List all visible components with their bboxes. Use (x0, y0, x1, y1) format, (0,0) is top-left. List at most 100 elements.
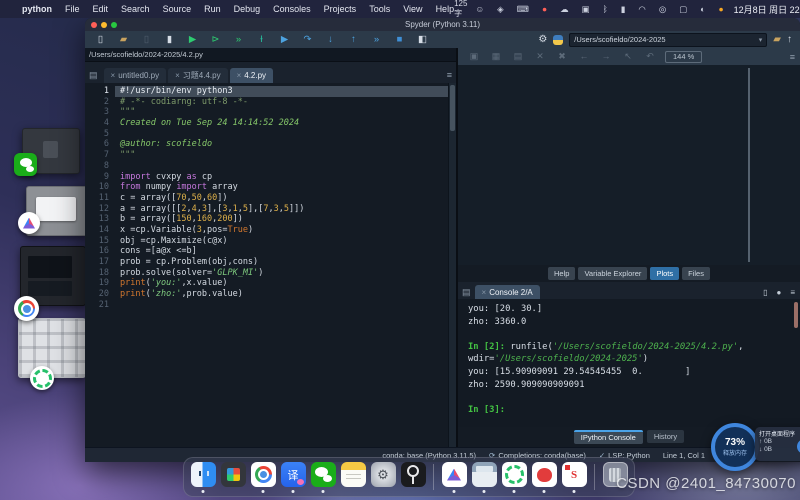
menu-item-file[interactable]: File (65, 4, 80, 14)
working-directory-select[interactable]: /Users/scofieldo/2024-2025 ▾ (569, 33, 767, 47)
code-line[interactable]: @author: scofieldo (115, 139, 448, 150)
code-line[interactable] (115, 300, 448, 311)
run-selection-icon[interactable]: Ɨ (250, 31, 273, 48)
plots-thumbnail-strip[interactable] (748, 68, 791, 262)
code-line[interactable]: print('you:',x.value) (115, 278, 448, 289)
dock-red-apple-app[interactable] (531, 461, 557, 493)
previous-plot-icon[interactable]: ← (573, 51, 595, 62)
input-method-indicator[interactable]: 125字 (454, 0, 467, 19)
code-line[interactable] (115, 161, 448, 172)
remove-plot-icon[interactable]: ✕ (529, 51, 551, 62)
privacy-dot-icon[interactable]: ● (718, 0, 723, 18)
dock-notes[interactable] (340, 461, 366, 493)
next-plot-icon[interactable]: → (595, 51, 617, 62)
code-line[interactable]: import cvxpy as cp (115, 172, 448, 183)
pane-tab-variable-explorer[interactable]: Variable Explorer (578, 267, 647, 280)
battery-icon[interactable]: ▮ (621, 0, 626, 18)
code-line[interactable]: obj =cp.Maximize(c@x) (115, 236, 448, 247)
zoom-out-icon[interactable]: ↶ (639, 51, 661, 62)
menu-item-search[interactable]: Search (121, 4, 150, 14)
dock-green-ring-app[interactable] (501, 461, 527, 493)
code-area[interactable]: #!/usr/bin/env python3# -*- codiarng: ut… (115, 83, 448, 448)
code-line[interactable]: print('zho:',prob.value) (115, 289, 448, 300)
console-environment-icon[interactable]: ▯ (763, 288, 767, 297)
dock-chrome[interactable] (250, 461, 276, 493)
dock-system-settings[interactable]: ⚙ (370, 461, 396, 493)
editor-scroll-flag-area[interactable] (448, 83, 456, 448)
code-line[interactable]: """ (115, 150, 448, 161)
code-line[interactable]: #!/usr/bin/env python3 (115, 86, 448, 97)
step-over-icon[interactable]: ↷ (296, 31, 319, 48)
zoom-in-icon[interactable]: ↖ (617, 51, 639, 62)
browse-console-tabs-icon[interactable]: ▤ (462, 287, 471, 298)
menu-item-source[interactable]: Source (163, 4, 192, 14)
code-line[interactable]: cons =[a@x <=b] (115, 246, 448, 257)
save-file-icon[interactable]: ▯ (135, 31, 158, 48)
menu-item-tools[interactable]: Tools (369, 4, 390, 14)
plots-zoom-level[interactable]: 144 % (665, 51, 702, 63)
code-line[interactable]: b = array([150,160,200]) (115, 214, 448, 225)
network-icon[interactable]: ☁ (560, 0, 569, 18)
keyboard-icon[interactable]: ⌨ (517, 0, 529, 18)
open-file-icon[interactable]: ▰ (112, 31, 135, 48)
dock-launchpad[interactable] (220, 461, 246, 493)
code-line[interactable]: # -*- codiarng: utf-8 -*- (115, 97, 448, 108)
dictation-mic-icon[interactable]: ◈ (497, 0, 504, 18)
preferences-wrench-icon[interactable]: ⚙ (538, 34, 547, 45)
pane-tab-files[interactable]: Files (682, 267, 710, 280)
dock-red-s-app[interactable]: S (561, 461, 587, 493)
console-menu-icon[interactable]: ≡ (790, 288, 795, 297)
save-all-plots-icon[interactable]: ▦ (485, 51, 507, 62)
step-out-icon[interactable]: ↑ (342, 31, 365, 48)
editor-options-menu-icon[interactable]: ≡ (447, 70, 452, 80)
new-file-icon[interactable]: ▯ (89, 31, 112, 48)
pane-tab-help[interactable]: Help (548, 267, 575, 280)
emoji-menu-icon[interactable]: ☺ (475, 0, 484, 18)
browse-directory-icon[interactable]: ▰ (773, 34, 781, 45)
code-line[interactable]: c = array([70,50,60]) (115, 193, 448, 204)
ipython-console-output[interactable]: you: [20. 30.]zho: 3360.0In [2]: runfile… (458, 299, 800, 430)
dock-download-app[interactable] (441, 461, 467, 493)
editor-tab-4-4-py[interactable]: ×习题4.4.py (168, 68, 227, 83)
code-line[interactable]: Created on Tue Sep 24 14:14:52 2024 (115, 118, 448, 129)
copy-plot-icon[interactable]: ▤ (507, 51, 529, 62)
close-tab-icon[interactable]: × (175, 71, 180, 80)
dock-wechat[interactable] (310, 461, 336, 493)
dock-finder[interactable] (190, 461, 216, 493)
minimized-window-files[interactable] (18, 318, 86, 378)
dock-passwords[interactable] (400, 461, 426, 493)
console-tab[interactable]: × Console 2/A (475, 285, 540, 300)
desktop-program-panel[interactable]: 打开桌面程序 ↑ 0B↓ 0B + (755, 427, 800, 461)
control-center-icon[interactable]: ◐ (700, 0, 705, 18)
code-line[interactable]: a = array([[2,4,3],[3,1,5],[7,3,5]]) (115, 204, 448, 215)
wifi-icon[interactable]: ◠ (638, 0, 645, 18)
parent-directory-icon[interactable]: ↑ (787, 34, 792, 45)
debug-stop-icon[interactable]: ■ (388, 31, 411, 48)
code-line[interactable]: x =cp.Variable(3,pos=True) (115, 225, 448, 236)
run-cell-icon[interactable]: ⊳ (204, 31, 227, 48)
console-status-icon[interactable]: ● (776, 288, 781, 297)
debug-continue-icon[interactable]: » (365, 31, 388, 48)
close-tab-icon[interactable]: × (237, 71, 242, 80)
dock-translate[interactable]: 译 (280, 461, 306, 493)
remove-all-plots-icon[interactable]: ✖ (551, 51, 573, 62)
debug-file-icon[interactable]: ▶ (273, 31, 296, 48)
spotlight-search-icon[interactable]: ◎ (659, 0, 666, 18)
close-console-icon[interactable]: × (482, 288, 487, 297)
menu-item-projects[interactable]: Projects (324, 4, 357, 14)
close-tab-icon[interactable]: × (111, 71, 116, 80)
menu-item-consoles[interactable]: Consoles (273, 4, 311, 14)
menu-item-edit[interactable]: Edit (93, 4, 109, 14)
browse-tabs-icon[interactable]: ▤ (89, 70, 98, 81)
console-pane-tab-history[interactable]: History (647, 430, 684, 443)
save-all-icon[interactable]: ▮ (158, 31, 181, 48)
run-cell-advance-icon[interactable]: » (227, 31, 250, 48)
share-screen-icon[interactable]: ▣ (582, 0, 590, 18)
bluetooth-icon[interactable]: ᛒ (603, 0, 608, 18)
screen-record-icon[interactable]: ● (542, 0, 547, 18)
code-line[interactable]: prob = cp.Problem(obj,cons) (115, 257, 448, 268)
menu-item-run[interactable]: Run (204, 4, 221, 14)
save-plot-icon[interactable]: ▣ (463, 51, 485, 62)
code-line[interactable]: """ (115, 107, 448, 118)
dock-screenshot-app[interactable] (471, 461, 497, 493)
